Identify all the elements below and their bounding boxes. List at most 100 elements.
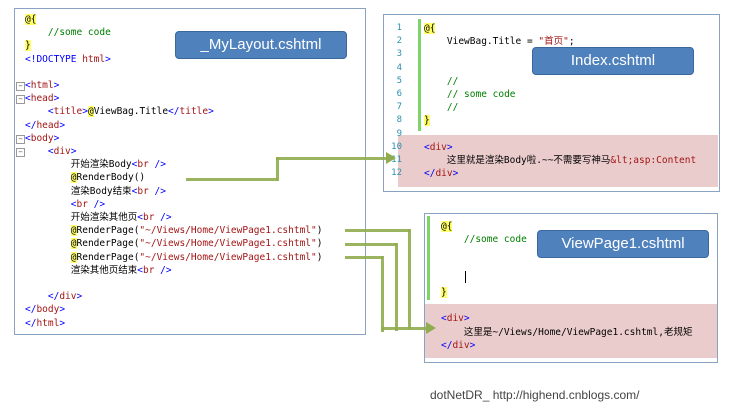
- code-line: //some code: [441, 233, 527, 246]
- code-token: br: [137, 185, 149, 197]
- code-token: html: [36, 317, 60, 329]
- code-token: div: [429, 141, 447, 153]
- code-token: </: [25, 317, 37, 329]
- code-token: </: [25, 119, 37, 131]
- code-token: </: [424, 168, 436, 180]
- code-line: @{: [424, 22, 436, 35]
- code-token: >: [53, 132, 60, 144]
- code-token: div: [53, 146, 71, 157]
- code-token: }: [424, 115, 430, 127]
- code-token: />: [154, 264, 172, 276]
- code-token: br: [143, 264, 155, 276]
- code-line: <div>: [441, 312, 470, 325]
- code-token: "~/Views/Home/ViewPage1.cshtml": [139, 238, 317, 250]
- code-token: </: [168, 106, 180, 118]
- viewpage-file-badge: ViewPage1.cshtml: [537, 230, 709, 258]
- code-token: ViewBag.Title: [93, 106, 169, 118]
- code-token: 这里就是渲染Body啦.~~不需要写神马: [424, 155, 611, 166]
- code-line: }: [25, 39, 31, 52]
- code-token: >: [53, 80, 60, 91]
- code-token: br: [76, 198, 88, 210]
- code-line: <head>: [25, 92, 59, 105]
- code-token: RenderPage(: [76, 251, 140, 263]
- index-file-badge: Index.cshtml: [532, 47, 694, 75]
- code-line: </div>: [424, 167, 458, 180]
- code-line: </body>: [25, 303, 65, 316]
- code-token: <: [25, 146, 54, 157]
- line-number: 5: [396, 75, 402, 86]
- code-line: 开始渲染其他页<br />: [25, 211, 172, 224]
- code-token: </: [441, 339, 453, 351]
- code-line: <br />: [25, 198, 105, 211]
- code-line: <!DOCTYPE html>: [25, 53, 111, 66]
- code-token: >: [463, 313, 470, 325]
- code-token: </: [25, 291, 60, 303]
- code-token: >: [208, 106, 214, 118]
- code-line: //: [424, 101, 458, 114]
- index-code-lines: 1 @{2 ViewBag.Title = "首页"; 3 4 5 // 6 // som…: [384, 15, 719, 191]
- viewpage-code-panel: @{ //some code} <div> 这里是~/Views/Home/Vie…: [424, 213, 718, 363]
- line-number: 1: [396, 23, 402, 33]
- code-token: 开始渲染Body: [25, 159, 132, 171]
- code-line: <body>: [25, 132, 59, 145]
- code-token: <!DOCTYPE: [25, 53, 83, 65]
- code-token: head: [30, 93, 54, 105]
- layout-code-panel: @{ //some code} <!DOCTYPE html> <html> <hea…: [14, 8, 366, 335]
- code-token: br: [137, 159, 149, 171]
- code-token: />: [154, 212, 172, 223]
- line-number: 8: [396, 115, 402, 126]
- line-number: 2: [396, 36, 402, 47]
- code-line: 开始渲染Body<br />: [25, 158, 166, 171]
- line-number: 3: [396, 49, 402, 60]
- line-number: 12: [391, 168, 402, 179]
- code-token: 开始渲染其他页: [25, 212, 138, 223]
- code-token: >: [452, 168, 459, 180]
- code-line: //some code: [25, 26, 111, 39]
- code-line: <html>: [25, 79, 59, 92]
- code-token: >: [76, 291, 83, 303]
- code-token: >: [469, 339, 476, 351]
- code-token: &lt;asp:Content: [610, 155, 697, 166]
- code-token: ): [316, 251, 323, 263]
- fold-toggle-icon[interactable]: −: [16, 148, 25, 157]
- code-token: 这里是~/Views/Home/ViewPage1.cshtml,老规矩: [441, 326, 693, 338]
- code-token: ): [316, 238, 323, 250]
- fold-toggle-icon[interactable]: −: [16, 134, 25, 144]
- code-token: RenderPage(: [76, 238, 140, 250]
- code-line: 渲染Body结束<br />: [25, 185, 166, 198]
- fold-toggle-icon[interactable]: −: [16, 82, 25, 91]
- code-token: >: [446, 141, 453, 153]
- code-token: <: [25, 106, 54, 118]
- code-token: <: [25, 198, 77, 210]
- code-line: }: [424, 114, 430, 127]
- code-line: 这里就是渲染Body啦.~~不需要写神马&lt;asp:Content: [424, 154, 696, 167]
- code-line: </html>: [25, 317, 65, 330]
- code-token: "~/Views/Home/ViewPage1.cshtml": [139, 225, 317, 237]
- code-line: <title>@ViewBag.Title</title>: [25, 105, 214, 118]
- code-token: body: [30, 132, 54, 144]
- code-token: //some code: [25, 27, 111, 39]
- code-token: 渲染其他页结束: [25, 264, 138, 276]
- code-token: ): [316, 225, 323, 237]
- code-line: }: [441, 286, 447, 299]
- index-code-panel: 1 @{2 ViewBag.Title = "首页"; 3 4 5 // 6 // som…: [383, 14, 720, 192]
- code-token: //: [424, 75, 459, 87]
- code-token: br: [143, 212, 155, 223]
- code-line: @RenderPage("~/Views/Home/ViewPage1.csht…: [25, 237, 322, 250]
- line-number: 7: [396, 102, 402, 113]
- code-line: </div>: [25, 290, 82, 303]
- code-token: }: [441, 287, 447, 298]
- code-token: />: [87, 198, 106, 210]
- code-token: </: [25, 304, 37, 316]
- code-line: <div>: [25, 145, 77, 158]
- code-token: @{: [25, 14, 37, 25]
- code-token: "首页": [538, 36, 569, 48]
- line-number: 4: [396, 62, 402, 73]
- code-token: "~/Views/Home/ViewPage1.cshtml": [139, 251, 317, 263]
- code-line: </div>: [441, 339, 475, 352]
- code-token: head: [36, 119, 60, 131]
- fold-toggle-icon[interactable]: −: [16, 95, 25, 105]
- code-token: title: [53, 106, 83, 118]
